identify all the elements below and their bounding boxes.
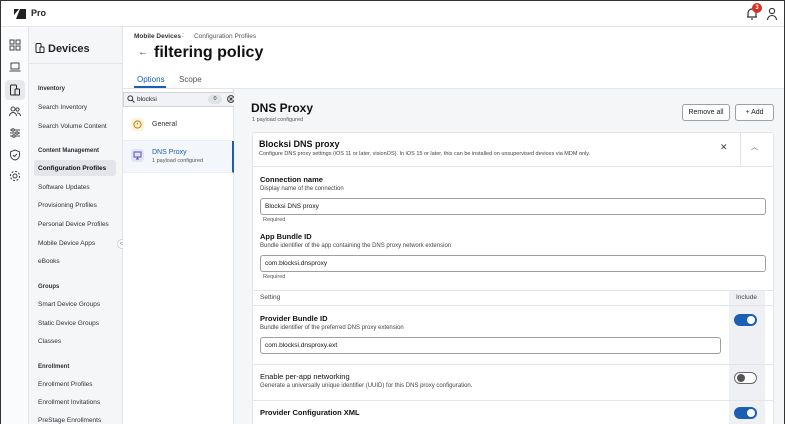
card-description: Configure DNS proxy settings (iOS 11 or …: [259, 151, 591, 157]
computers-icon[interactable]: [9, 61, 21, 73]
sidebar-heading-inventory: Inventory: [38, 86, 66, 92]
setting-column-label: Setting: [260, 294, 281, 301]
settings-row-divider: [252, 305, 774, 306]
breadcrumb-configuration-profiles[interactable]: Configuration Profiles: [194, 33, 256, 40]
per-app-networking-toggle[interactable]: [734, 372, 757, 384]
gear-icon[interactable]: [9, 170, 21, 182]
connection-name-label: Connection name: [260, 175, 323, 184]
chevron-up-icon[interactable]: ︿: [751, 142, 758, 152]
connection-name-input[interactable]: [260, 198, 766, 215]
close-icon[interactable]: ✕: [720, 142, 728, 153]
devices-title-icon: [35, 43, 45, 53]
general-payload-icon: [131, 118, 144, 131]
sidebar-item-search-volume-content[interactable]: Search Volume Content: [38, 123, 107, 130]
connection-name-help: Display name of the connection: [260, 186, 344, 192]
provider-bundle-id-toggle[interactable]: [734, 314, 757, 326]
provider-bundle-id-help: Bundle identifier of the preferred DNS p…: [260, 325, 404, 331]
remove-all-button[interactable]: Remove all: [682, 104, 730, 121]
devices-icon[interactable]: [9, 84, 21, 96]
card-header-divider: [252, 166, 774, 167]
app-bundle-id-required: Required: [263, 274, 286, 280]
jamf-logo-icon: [14, 9, 26, 19]
card-header-separator: [740, 132, 741, 166]
sidebar-item-software-updates[interactable]: Software Updates: [38, 184, 90, 191]
sidebar-item-prestage-enrollments[interactable]: PreStage Enrollments: [38, 417, 101, 424]
sidebar-item-static-device-groups[interactable]: Static Device Groups: [38, 320, 99, 327]
app-name: Pro: [31, 8, 47, 18]
provider-configuration-xml-label: Provider Configuration XML: [260, 408, 360, 417]
include-column: [729, 291, 765, 424]
back-arrow-icon[interactable]: ←: [138, 47, 148, 58]
sidebar-title: Devices: [48, 43, 90, 55]
search-icon: [127, 95, 135, 103]
sidebar-item-classes[interactable]: Classes: [38, 338, 61, 345]
payload-search-input[interactable]: [137, 95, 201, 104]
payload-label-general: General: [152, 121, 177, 128]
provider-bundle-id-label: Provider Bundle ID: [260, 314, 328, 323]
search-result-count: 0: [208, 95, 222, 104]
settings-sliders-icon[interactable]: [9, 127, 21, 139]
card-title: Blocksi DNS proxy: [259, 139, 340, 149]
sidebar-heading-enrollment: Enrollment: [38, 364, 70, 370]
top-bar: [1, 1, 784, 27]
sidebar-item-enrollment-invitations[interactable]: Enrollment Invitations: [38, 399, 100, 406]
include-column-label: Include: [736, 294, 757, 301]
sidebar-item-search-inventory[interactable]: Search Inventory: [38, 104, 87, 111]
page-title: filtering policy: [154, 44, 264, 61]
users-icon[interactable]: [9, 105, 21, 117]
app-bundle-id-label: App Bundle ID: [260, 232, 312, 241]
sidebar-item-personal-device-profiles[interactable]: Personal Device Profiles: [38, 221, 109, 228]
detail-title: DNS Proxy: [251, 101, 314, 115]
sidebar-heading-content-management: Content Management: [38, 148, 100, 154]
settings-header-divider: [252, 290, 774, 291]
tab-options[interactable]: Options: [137, 75, 165, 84]
provider-configuration-xml-toggle[interactable]: [734, 407, 757, 419]
sidebar-item-smart-device-groups[interactable]: Smart Device Groups: [38, 301, 100, 308]
notification-badge: 3: [752, 3, 762, 13]
sidebar-item-ebooks[interactable]: eBooks: [38, 258, 60, 265]
shield-icon[interactable]: [9, 149, 21, 161]
sidebar-item-mobile-device-apps[interactable]: Mobile Device Apps: [38, 240, 95, 247]
provider-bundle-id-input[interactable]: [260, 337, 721, 354]
sidebar-item-configuration-profiles[interactable]: Configuration Profiles: [38, 165, 106, 172]
sidebar-divider: [29, 63, 123, 64]
connection-name-required: Required: [263, 217, 286, 223]
settings-row-divider: [252, 364, 774, 365]
sidebar-item-provisioning-profiles[interactable]: Provisioning Profiles: [38, 202, 97, 209]
per-app-networking-label: Enable per-app networking: [260, 372, 350, 381]
breadcrumb-mobile-devices[interactable]: Mobile Devices: [134, 33, 181, 40]
sidebar-heading-groups: Groups: [38, 284, 60, 290]
dashboard-icon[interactable]: [9, 39, 21, 51]
per-app-networking-help: Generate a universally unique identifier…: [260, 383, 473, 389]
app-bundle-id-input[interactable]: [260, 255, 766, 272]
breadcrumb-separator: :: [182, 32, 184, 39]
tab-scope[interactable]: Scope: [179, 75, 202, 84]
payload-sub-dns-proxy: 1 payload configured: [152, 158, 204, 164]
dns-proxy-payload-icon: [131, 149, 144, 162]
add-button[interactable]: + Add: [735, 104, 774, 121]
payload-label-dns-proxy: DNS Proxy: [152, 149, 187, 156]
user-icon[interactable]: [766, 7, 778, 21]
app-bundle-id-help: Bundle identifier of the app containing …: [260, 243, 452, 249]
sidebar-item-enrollment-profiles[interactable]: Enrollment Profiles: [38, 381, 93, 388]
detail-subtitle: 1 payload configured: [252, 117, 304, 123]
settings-row-divider: [252, 400, 774, 401]
